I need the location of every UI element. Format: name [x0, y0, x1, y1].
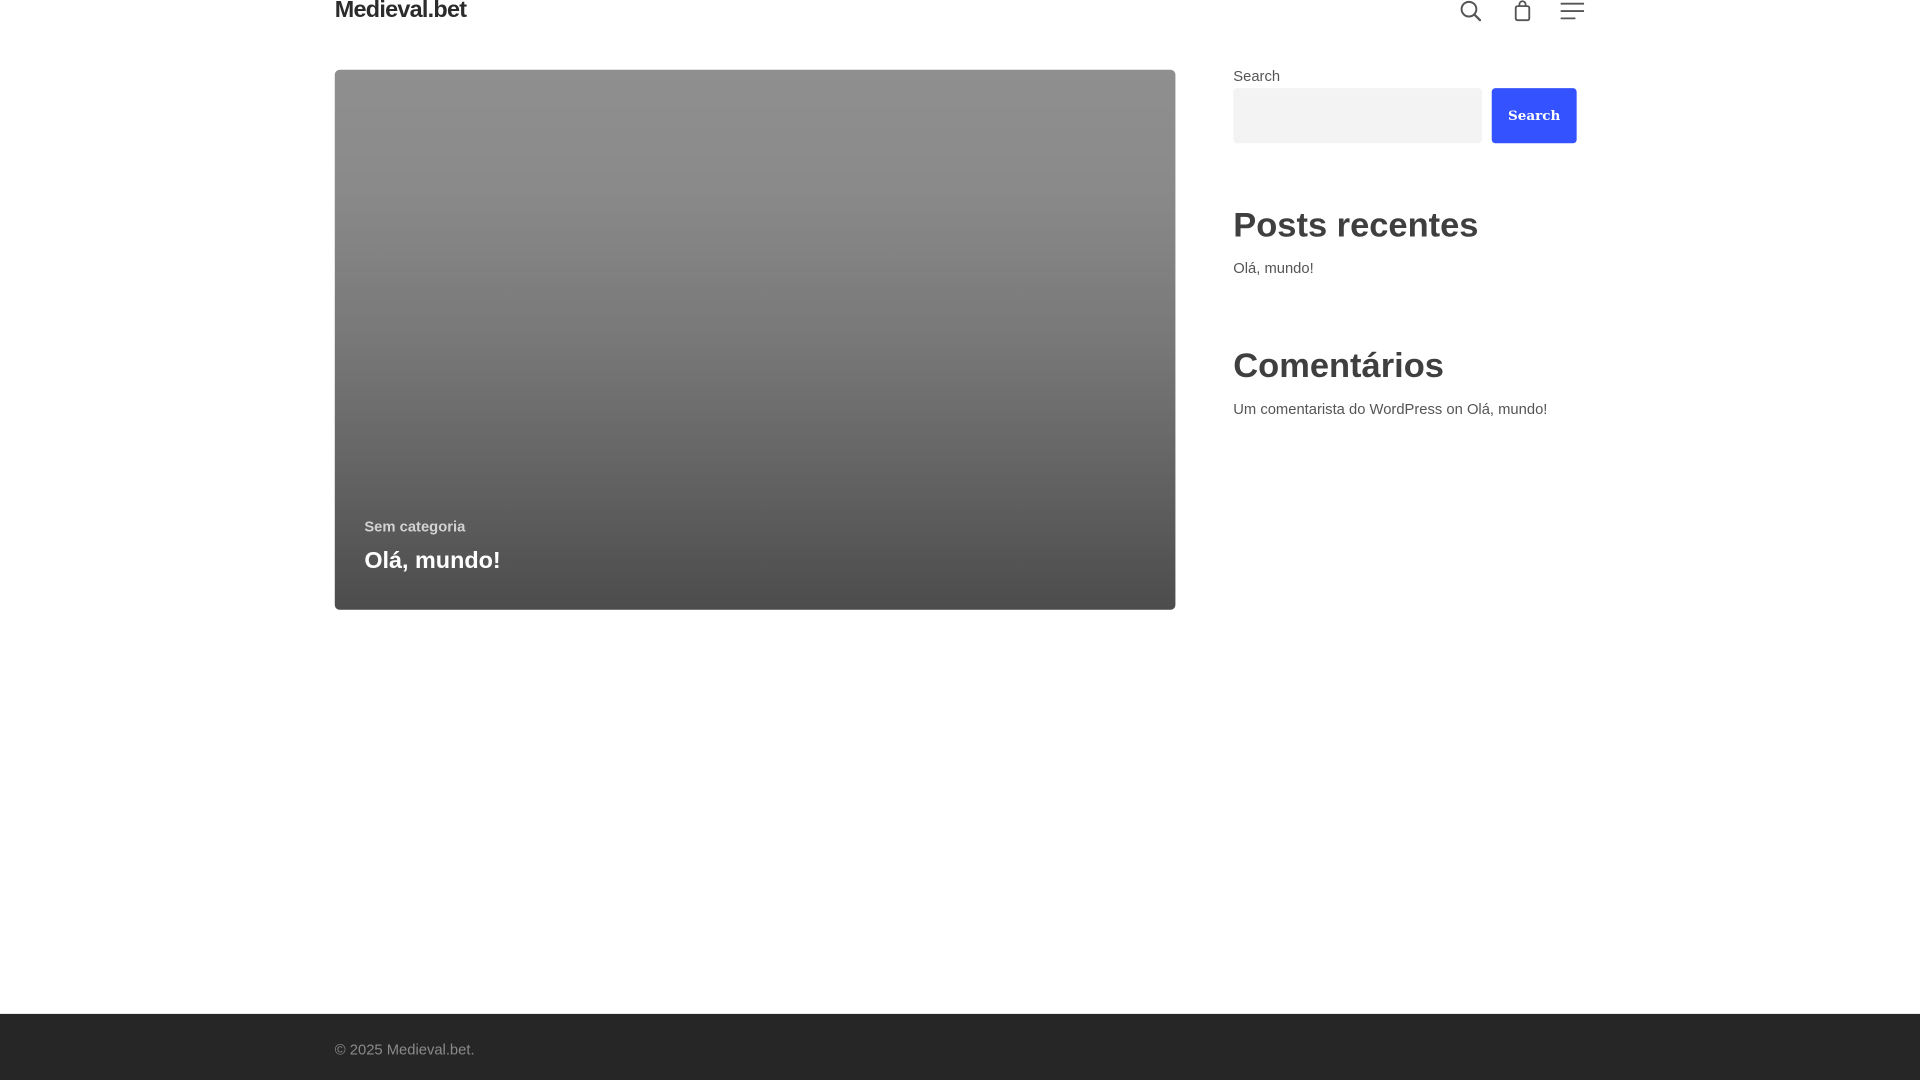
copyright-text: © 2025 Medieval.bet.: [334, 1040, 475, 1058]
post-category[interactable]: Sem categoria: [364, 518, 465, 535]
post-title[interactable]: Olá, mundo!: [364, 549, 500, 576]
site-footer: © 2025 Medieval.bet.: [0, 1013, 1920, 1080]
site-logo[interactable]: Medieval.bet: [335, 0, 467, 26]
shopping-bag-icon[interactable]: [1509, 0, 1536, 24]
site-header: Medieval.bet: [0, 0, 1920, 37]
search-button[interactable]: Search: [1491, 88, 1577, 144]
menu-icon[interactable]: [1558, 0, 1585, 24]
comments-title: Comentários: [1233, 346, 1444, 385]
comment-connector: on: [1442, 400, 1467, 418]
search-input[interactable]: [1233, 88, 1482, 144]
recent-posts-title: Posts recentes: [1233, 205, 1479, 244]
search-label: Search: [1233, 67, 1281, 85]
page-stage: Medieval.bet Sem categoria Olá, mundo! S…: [0, 0, 1920, 1080]
search-icon[interactable]: [1457, 0, 1484, 24]
comment-author-link[interactable]: Um comentarista do WordPress: [1233, 400, 1442, 417]
comment-post-link[interactable]: Olá, mundo!: [1467, 400, 1547, 417]
post-card[interactable]: Sem categoria Olá, mundo!: [334, 69, 1176, 610]
comment-item: Um comentarista do WordPress on Olá, mun…: [1233, 400, 1547, 417]
recent-post-link[interactable]: Olá, mundo!: [1233, 260, 1313, 277]
page: Medieval.bet Sem categoria Olá, mundo! S…: [0, 0, 1920, 1080]
